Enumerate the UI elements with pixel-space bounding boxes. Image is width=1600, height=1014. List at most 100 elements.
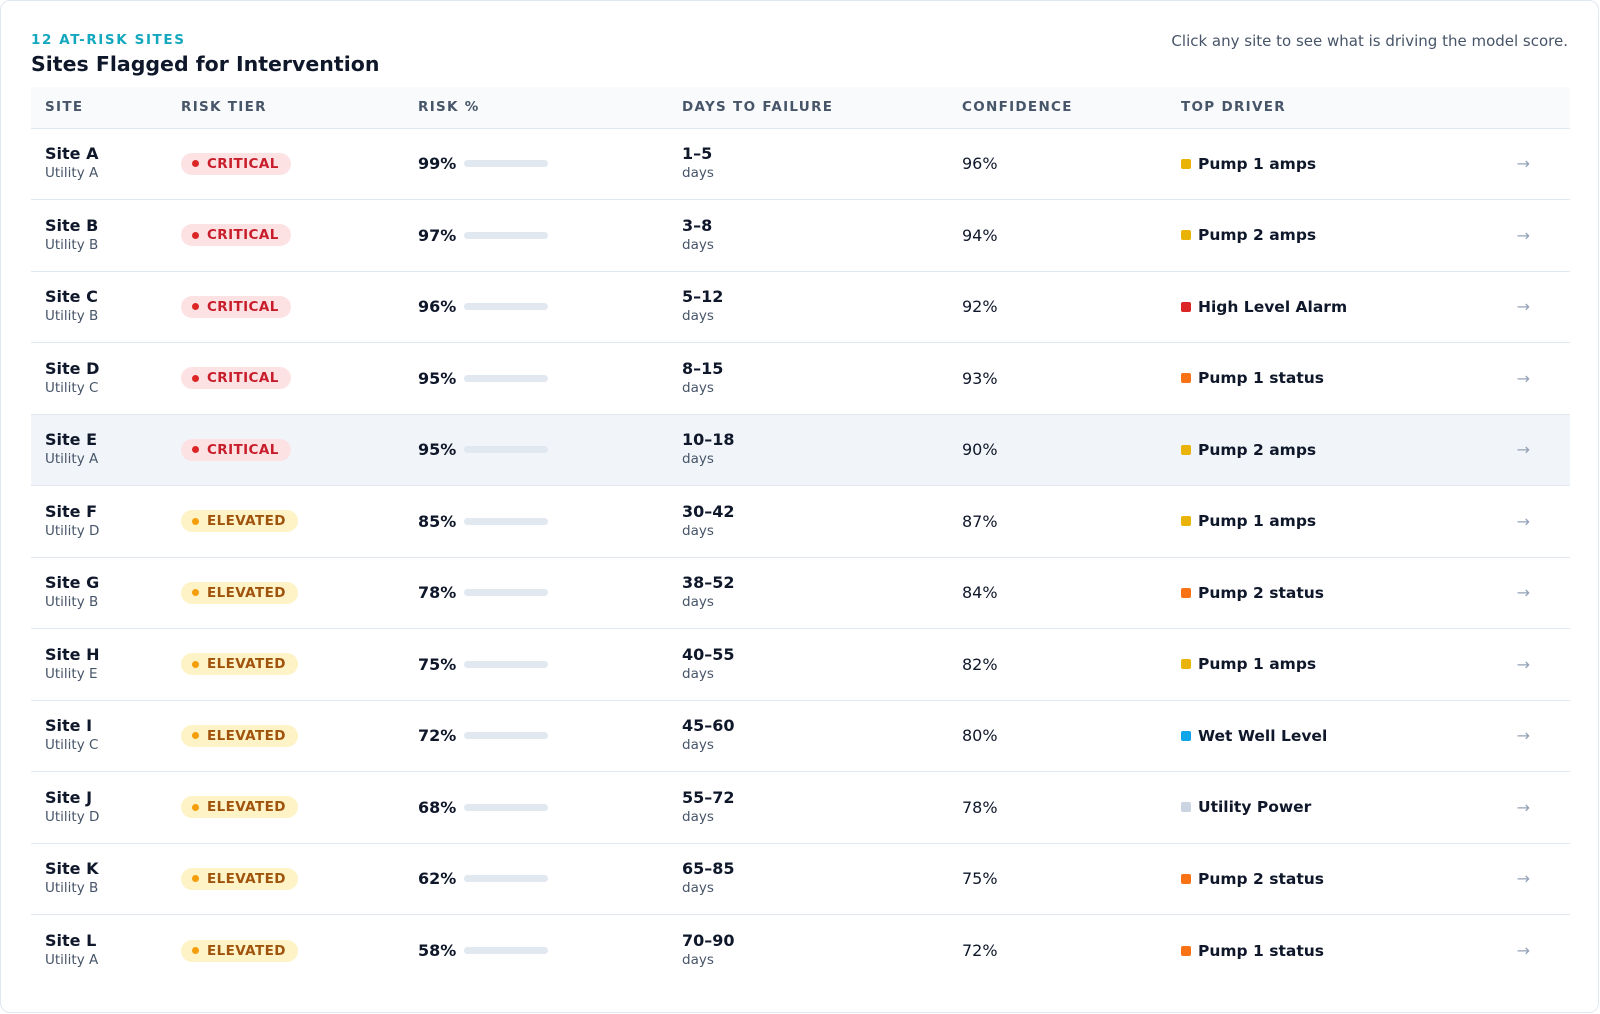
confidence-cell: 82% bbox=[948, 628, 1167, 701]
risk-pct-value: 85% bbox=[418, 511, 457, 531]
risk-tier-cell: ELEVATED bbox=[167, 700, 404, 772]
site-cell: Site I Utility C bbox=[31, 700, 167, 772]
open-site-arrow-icon[interactable]: → bbox=[1467, 700, 1570, 772]
tier-dot-icon bbox=[192, 589, 199, 597]
table-row[interactable]: Site D Utility C CRITICAL 95% 8–15 days … bbox=[31, 342, 1570, 415]
risk-tier-cell: ELEVATED bbox=[167, 628, 404, 701]
open-site-arrow-icon[interactable]: → bbox=[1467, 843, 1570, 915]
table-row[interactable]: Site I Utility C ELEVATED 72% 45–60 days… bbox=[31, 700, 1570, 772]
at-risk-count-label: 12 AT-RISK SITES bbox=[31, 32, 186, 48]
risk-tier-cell: CRITICAL bbox=[167, 199, 404, 272]
driver-color-swatch-icon bbox=[1181, 158, 1191, 169]
site-cell: Site K Utility B bbox=[31, 843, 167, 915]
risk-pct-cell: 96% bbox=[404, 271, 668, 343]
risk-pct-cell: 95% bbox=[404, 414, 668, 486]
confidence-cell: 87% bbox=[948, 485, 1167, 558]
confidence-value: 92% bbox=[962, 297, 998, 317]
table-row[interactable]: Site E Utility A CRITICAL 95% 10–18 days… bbox=[31, 414, 1570, 486]
column-header-top-driver[interactable]: TOP DRIVER bbox=[1167, 87, 1467, 129]
risk-progress-bar bbox=[464, 947, 548, 954]
risk-tier-badge: CRITICAL bbox=[181, 224, 291, 247]
risk-progress-bar bbox=[464, 875, 548, 883]
site-name: Site C bbox=[45, 287, 98, 307]
risk-pct-cell: 72% bbox=[404, 700, 668, 772]
open-site-arrow-icon[interactable]: → bbox=[1467, 915, 1570, 987]
risk-tier-label: ELEVATED bbox=[207, 513, 286, 530]
open-site-arrow-icon[interactable]: → bbox=[1467, 628, 1570, 701]
table-row[interactable]: Site B Utility B CRITICAL 97% 3–8 days 9… bbox=[31, 199, 1570, 272]
risk-pct-value: 68% bbox=[418, 797, 457, 817]
driver-label: Pump 1 amps bbox=[1198, 655, 1317, 674]
top-driver-cell: Utility Power bbox=[1167, 771, 1467, 844]
days-unit: days bbox=[682, 737, 714, 754]
risk-pct-cell: 95% bbox=[404, 342, 668, 415]
risk-pct-cell: 75% bbox=[404, 628, 668, 701]
open-site-arrow-icon[interactable]: → bbox=[1467, 271, 1570, 343]
table-row[interactable]: Site L Utility A ELEVATED 58% 70–90 days… bbox=[31, 915, 1570, 987]
open-site-arrow-icon[interactable]: → bbox=[1467, 414, 1570, 486]
days-unit: days bbox=[682, 880, 714, 897]
risk-tier-cell: ELEVATED bbox=[167, 771, 404, 844]
table-row[interactable]: Site A Utility A CRITICAL 99% 1–5 days 9… bbox=[31, 128, 1570, 200]
driver-label: Pump 2 status bbox=[1198, 583, 1324, 602]
table-body: Site A Utility A CRITICAL 99% 1–5 days 9… bbox=[31, 128, 1570, 986]
driver-color-swatch-icon bbox=[1181, 373, 1191, 384]
site-name: Site I bbox=[45, 716, 93, 736]
site-name: Site E bbox=[45, 430, 98, 450]
tier-dot-icon bbox=[192, 732, 199, 740]
open-site-arrow-icon[interactable]: → bbox=[1467, 557, 1570, 629]
open-site-arrow-icon[interactable]: → bbox=[1467, 128, 1570, 200]
site-name: Site B bbox=[45, 215, 99, 235]
column-header-days-to-failure[interactable]: DAYS TO FAILURE bbox=[668, 87, 948, 129]
site-cell: Site D Utility C bbox=[31, 342, 167, 415]
site-name: Site F bbox=[45, 501, 98, 521]
help-hint: Click any site to see what is driving th… bbox=[1171, 32, 1568, 50]
site-cell: Site J Utility D bbox=[31, 771, 167, 844]
table-row[interactable]: Site H Utility E ELEVATED 75% 40–55 days… bbox=[31, 628, 1570, 701]
site-cell: Site C Utility B bbox=[31, 271, 167, 343]
table-row[interactable]: Site J Utility D ELEVATED 68% 55–72 days… bbox=[31, 771, 1570, 844]
risk-tier-badge: ELEVATED bbox=[181, 796, 298, 819]
column-header-risk-pct[interactable]: RISK % bbox=[404, 87, 668, 129]
risk-pct-value: 62% bbox=[418, 869, 457, 889]
tier-dot-icon bbox=[192, 446, 199, 454]
driver-label: Pump 2 status bbox=[1198, 869, 1324, 888]
open-site-arrow-icon[interactable]: → bbox=[1467, 199, 1570, 272]
days-range: 1–5 bbox=[682, 144, 713, 164]
driver-label: High Level Alarm bbox=[1198, 297, 1348, 316]
confidence-cell: 93% bbox=[948, 342, 1167, 415]
table-row[interactable]: Site C Utility B CRITICAL 96% 5–12 days … bbox=[31, 271, 1570, 343]
table-row[interactable]: Site F Utility D ELEVATED 85% 30–42 days… bbox=[31, 485, 1570, 558]
risk-pct-cell: 62% bbox=[404, 843, 668, 915]
confidence-value: 78% bbox=[962, 797, 998, 817]
open-site-arrow-icon[interactable]: → bbox=[1467, 485, 1570, 558]
risk-tier-badge: CRITICAL bbox=[181, 152, 291, 175]
column-header-risk-tier[interactable]: RISK TIER bbox=[167, 87, 404, 129]
open-site-arrow-icon[interactable]: → bbox=[1467, 771, 1570, 844]
top-driver-cell: Pump 2 amps bbox=[1167, 199, 1467, 272]
open-site-arrow-icon[interactable]: → bbox=[1467, 342, 1570, 415]
site-utility: Utility A bbox=[45, 952, 99, 968]
table-row[interactable]: Site G Utility B ELEVATED 78% 38–52 days… bbox=[31, 557, 1570, 629]
risk-tier-label: CRITICAL bbox=[207, 155, 279, 172]
confidence-value: 93% bbox=[962, 368, 998, 388]
days-to-failure-cell: 40–55 days bbox=[668, 628, 948, 701]
top-driver-cell: Pump 1 status bbox=[1167, 342, 1467, 415]
days-range: 40–55 bbox=[682, 644, 735, 664]
risk-progress-fill bbox=[464, 446, 544, 454]
tier-dot-icon bbox=[192, 231, 199, 239]
column-header-confidence[interactable]: CONFIDENCE bbox=[948, 87, 1167, 129]
confidence-cell: 90% bbox=[948, 414, 1167, 486]
confidence-cell: 78% bbox=[948, 771, 1167, 844]
risk-tier-label: ELEVATED bbox=[207, 942, 286, 959]
site-name: Site J bbox=[45, 787, 93, 807]
top-driver-cell: Wet Well Level bbox=[1167, 700, 1467, 772]
confidence-cell: 72% bbox=[948, 915, 1167, 987]
confidence-value: 90% bbox=[962, 440, 998, 460]
risk-tier-badge: ELEVATED bbox=[181, 510, 298, 533]
driver-color-swatch-icon bbox=[1181, 873, 1191, 884]
column-header-site[interactable]: SITE bbox=[31, 87, 167, 129]
table-row[interactable]: Site K Utility B ELEVATED 62% 65–85 days… bbox=[31, 843, 1570, 915]
confidence-value: 87% bbox=[962, 511, 998, 531]
days-to-failure-cell: 5–12 days bbox=[668, 271, 948, 343]
